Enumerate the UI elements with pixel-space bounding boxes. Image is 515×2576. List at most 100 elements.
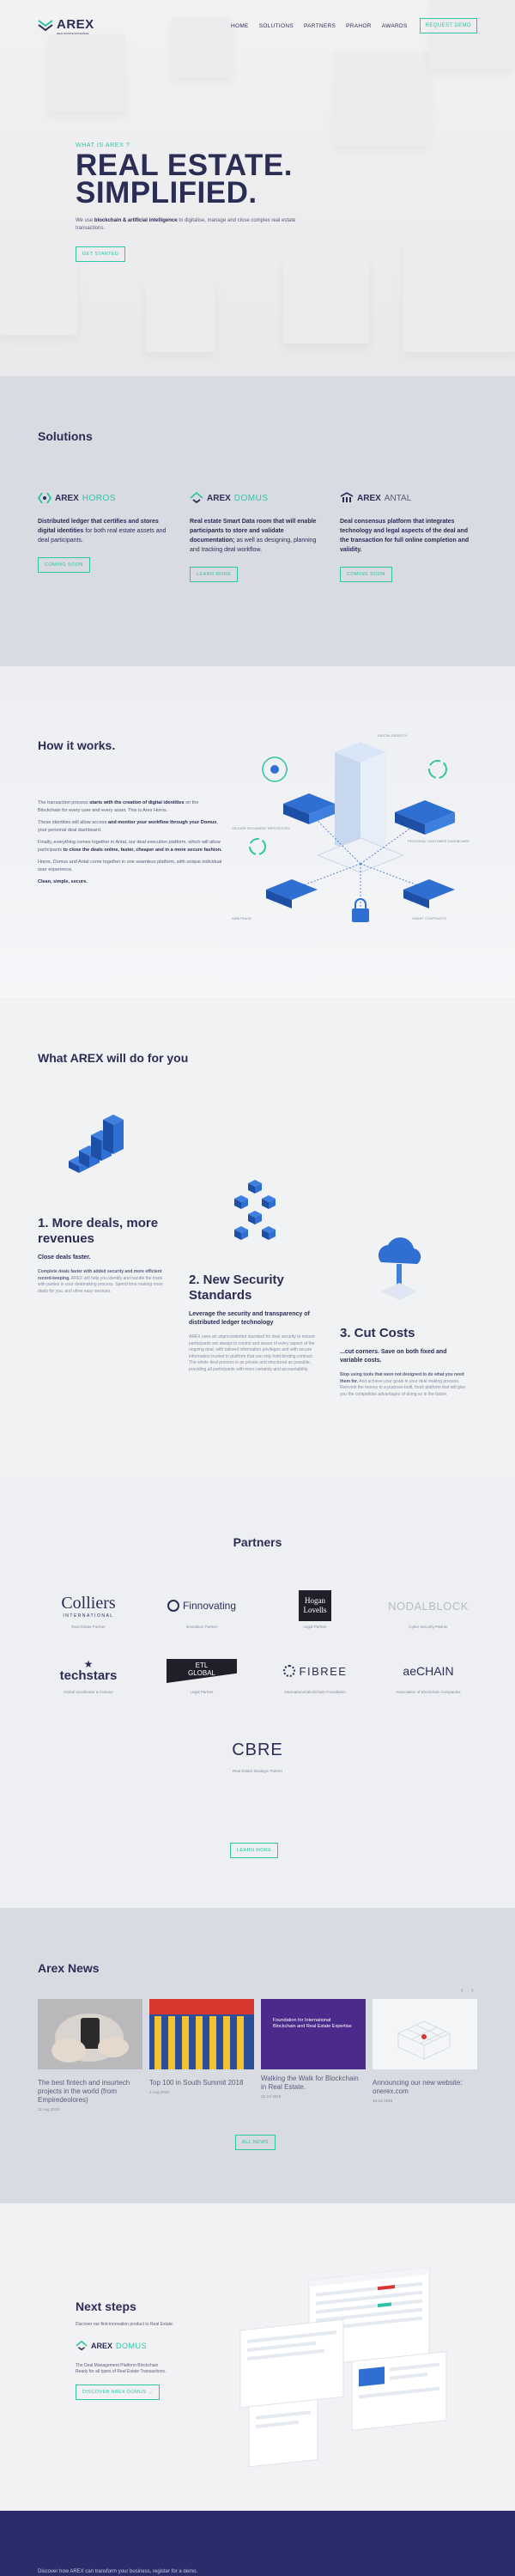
solution-antal: AREX ANTAL Deal consensus platform that … bbox=[340, 489, 477, 582]
dashboard-node bbox=[395, 800, 455, 835]
techstars-logo-text: techstars bbox=[59, 1668, 118, 1683]
nodalblock-logo: NODALBLOCK bbox=[381, 1590, 476, 1621]
partner-caption: International Blockchain Foundation bbox=[284, 1690, 346, 1694]
how-paragraph-bold: Clean, simple, secure. bbox=[38, 879, 88, 884]
solutions-section: Solutions AREX HOROS Distributed ledger … bbox=[0, 376, 515, 666]
main-nav: HOME SOLUTIONS PARTNERS PRAHOR AWARDS bbox=[231, 23, 408, 29]
horos-product: HOROS bbox=[82, 493, 116, 503]
hero-text-bold: blockchain & artificial intelligence bbox=[94, 218, 178, 223]
how-it-works-section: How it works. The transaction process st… bbox=[0, 666, 515, 998]
hero-section: WHAT IS AREX ? REAL ESTATE. SIMPLIFIED. … bbox=[0, 0, 515, 376]
colliers-logo-text: Colliers bbox=[61, 1593, 116, 1613]
partner-techstars[interactable]: ★ techstars Global accelerator & investo… bbox=[41, 1656, 136, 1695]
feature-subtitle: Leverage the security and transparency o… bbox=[189, 1311, 310, 1326]
how-it-works-text: The transaction process starts with the … bbox=[38, 799, 222, 891]
horos-text: Distributed ledger that certifies and st… bbox=[38, 517, 175, 545]
partners-learn-more-button[interactable]: LEARN MORE bbox=[230, 1843, 279, 1858]
etl-text: ETL bbox=[195, 1662, 209, 1669]
antal-logo: AREX ANTAL bbox=[340, 489, 477, 507]
how-paragraph-pre: The transaction process bbox=[38, 800, 90, 805]
partner-caption: Association of Blockchain Companies bbox=[396, 1690, 461, 1694]
news-title-text: The best fintech and insurtech projects … bbox=[38, 2079, 130, 2104]
site-header: AREX REAL ESTATE EXCHANGE HOME SOLUTIONS… bbox=[0, 0, 515, 52]
domus-brand: AREX bbox=[207, 493, 231, 503]
domus-product: DOMUS bbox=[233, 493, 269, 503]
benefits-section: What AREX will do for you 1. More deals,… bbox=[0, 998, 515, 1477]
cbre-logo: CBRE bbox=[210, 1735, 305, 1765]
hero-cube-decoration bbox=[146, 283, 215, 352]
how-paragraph: Horos, Domus and Antal come together in … bbox=[38, 859, 222, 873]
how-paragraph: These identities will allow access and m… bbox=[38, 819, 222, 834]
nav-item-partners[interactable]: PARTNERS bbox=[304, 23, 336, 29]
partner-colliers[interactable]: Colliers INTERNATIONAL Real Estate Partn… bbox=[41, 1590, 136, 1630]
global-text: GLOBAL bbox=[187, 1669, 215, 1677]
partner-nodalblock[interactable]: NODALBLOCK Cyber Security Partner bbox=[381, 1590, 476, 1630]
colliers-logo: Colliers INTERNATIONAL bbox=[41, 1590, 136, 1621]
label-secure-doc: SECURE DOCUMENT REPOSITORY bbox=[232, 826, 290, 830]
discover-domus-button[interactable]: DISCOVER AREX DOMUS → bbox=[76, 2384, 161, 2400]
next-steps-intro: Discover our first-innovation product to… bbox=[76, 2322, 174, 2327]
label-dashboard: PERSONAL CUSTOMER DASHBOARD bbox=[408, 839, 470, 843]
nav-item-prahor[interactable]: PRAHOR bbox=[346, 23, 372, 29]
partner-caption: Legal Partner bbox=[303, 1625, 327, 1629]
next-steps-content: Next steps Discover our first-innovation… bbox=[76, 2300, 221, 2400]
antal-coming-soon-button[interactable]: COMING SOON bbox=[340, 567, 392, 582]
aechain-logo: aeCHAIN bbox=[381, 1656, 476, 1686]
news-image-hands-phone bbox=[38, 1999, 142, 2069]
etl-global-box: ETL GLOBAL bbox=[167, 1659, 237, 1683]
antal-text: Deal consensus platform that integrates … bbox=[340, 517, 477, 555]
partner-aechain[interactable]: aeCHAIN Association of Blockchain Compan… bbox=[381, 1656, 476, 1694]
arex-logo[interactable]: AREX REAL ESTATE EXCHANGE bbox=[38, 17, 94, 35]
hero-eyebrow: WHAT IS AREX ? bbox=[76, 143, 130, 149]
news-date: 3 Aug 2018 bbox=[149, 2090, 169, 2094]
nav-item-awards[interactable]: AWARDS bbox=[382, 23, 408, 29]
antal-text-bold: Deal consensus platform that integrates … bbox=[340, 519, 470, 553]
security-cubes-icon bbox=[234, 1180, 276, 1240]
how-paragraph: Finally, everything comes together in An… bbox=[38, 839, 222, 854]
hero-text: We use blockchain & artificial intellige… bbox=[76, 217, 299, 233]
news-title: Arex News bbox=[38, 1961, 100, 1975]
nav-item-solutions[interactable]: SOLUTIONS bbox=[259, 23, 294, 29]
partner-fibree[interactable]: FIBREE International Blockchain Foundati… bbox=[268, 1656, 362, 1694]
bar-growth-icon bbox=[69, 1115, 124, 1173]
partner-hogan-lovells[interactable]: Hogan Lovells Legal Partner bbox=[268, 1590, 362, 1629]
request-demo-button[interactable]: REQUEST DEMO bbox=[419, 18, 477, 33]
chevron-left-icon[interactable]: ‹ bbox=[461, 1986, 464, 1994]
feature-subtitle: Close deals faster. bbox=[38, 1255, 91, 1261]
platform-isometric-illustration: DIGITAL IDENTITY SECURE DOCUMENT REPOSIT… bbox=[232, 733, 470, 922]
solution-horos: AREX HOROS Distributed ledger that certi… bbox=[38, 489, 175, 573]
news-card[interactable]: The best fintech and insurtech projects … bbox=[38, 1999, 142, 2111]
how-paragraph-bold: and monitor your workflow through your D… bbox=[107, 820, 217, 825]
aechain-logo-text: aeCHAIN bbox=[403, 1664, 454, 1678]
chevron-right-icon[interactable]: › bbox=[471, 1986, 474, 1994]
all-news-button[interactable]: ALL NEWS bbox=[235, 2135, 276, 2150]
feature-more-deals: 1. More deals, more revenues Close deals… bbox=[38, 1216, 167, 1295]
horos-coming-soon-button[interactable]: COMING SOON bbox=[38, 557, 90, 573]
arbitrage-node bbox=[266, 879, 318, 908]
hero-cube-decoration bbox=[283, 258, 369, 343]
nav-item-home[interactable]: HOME bbox=[231, 23, 249, 29]
hero-cube-decoration bbox=[335, 52, 429, 146]
news-card[interactable]: Foundation for International Blockchain … bbox=[261, 1999, 366, 2099]
news-image-caption: Foundation for International Blockchain … bbox=[273, 2018, 352, 2029]
partners-section: Partners Colliers INTERNATIONAL Real Est… bbox=[0, 1477, 515, 1908]
label-arbitrage: ARBITRAGE bbox=[232, 916, 251, 920]
finnovating-mark-icon bbox=[167, 1600, 179, 1612]
news-card[interactable]: Top 100 in South Summit 2018 3 Aug 2018 bbox=[149, 1999, 254, 2094]
news-section: Arex News ‹ › The best fintech and insur… bbox=[0, 1908, 515, 2203]
domus-learn-more-button[interactable]: LEARN MORE bbox=[190, 567, 239, 582]
feature-title: 1. More deals, more revenues bbox=[38, 1216, 159, 1246]
get-started-button[interactable]: GET STARTED bbox=[76, 246, 126, 262]
domus-icon bbox=[76, 2340, 88, 2350]
solution-domus: AREX DOMUS Real estate Smart Data room t… bbox=[190, 489, 327, 582]
footer: Discover how AREX can transform your bus… bbox=[0, 2511, 515, 2576]
finnovating-logo-text: Finnovating bbox=[182, 1600, 237, 1612]
partner-etl-global[interactable]: ETL GLOBAL Legal Partner bbox=[154, 1656, 249, 1694]
refresh-icon bbox=[428, 760, 447, 779]
news-card[interactable]: Announcing our new website: onerex.com 1… bbox=[373, 1999, 477, 2103]
feature-text: Complete deals faster with added securit… bbox=[38, 1269, 167, 1295]
cloud-cost-icon bbox=[378, 1237, 421, 1300]
partner-finnovating[interactable]: Finnovating Innovation Partner bbox=[154, 1590, 249, 1629]
partner-cbre[interactable]: CBRE Real Estate Strategic Partner bbox=[210, 1735, 305, 1774]
feature-security: 2. New Security Standards Leverage the s… bbox=[189, 1273, 318, 1373]
